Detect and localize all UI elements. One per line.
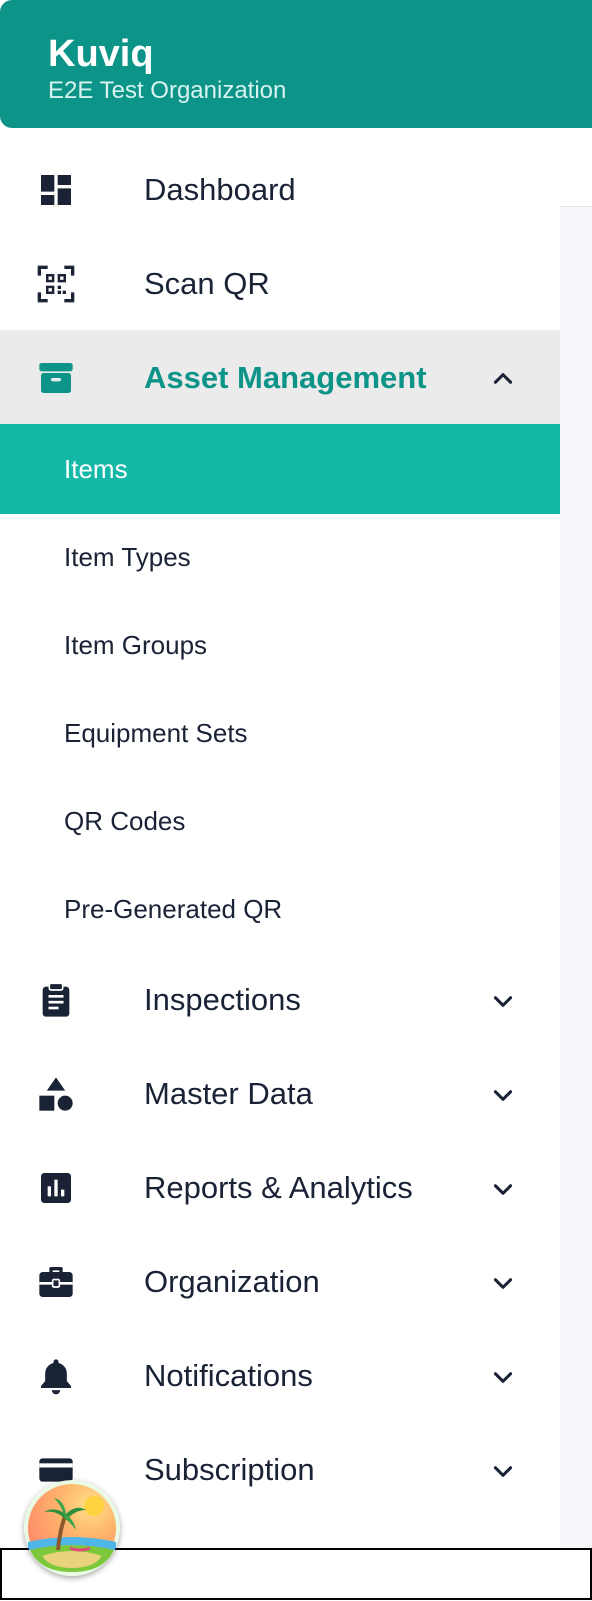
chevron-down-icon[interactable]: [490, 1270, 516, 1296]
nav-label-inspections: Inspections: [144, 982, 301, 1017]
sub-item-label: QR Codes: [64, 806, 186, 836]
nav-item-asset-management[interactable]: Asset Management: [0, 330, 560, 426]
beach-avatar-icon: [24, 1480, 120, 1576]
shapes-icon: [39, 1077, 73, 1111]
sub-item-label: Item Types: [64, 542, 191, 572]
sub-item-qr-codes[interactable]: QR Codes: [0, 776, 560, 866]
sub-item-equipment-sets[interactable]: Equipment Sets: [0, 688, 560, 778]
dashboard-icon: [41, 175, 71, 205]
sub-item-items[interactable]: Items: [0, 424, 560, 514]
nav-label-organization: Organization: [144, 1264, 320, 1299]
app-title: Kuviq: [48, 33, 154, 75]
nav-label-master-data: Master Data: [144, 1076, 313, 1111]
nav-label-subscription: Subscription: [144, 1452, 315, 1487]
sub-item-label: Item Groups: [64, 630, 208, 660]
archive-box-icon: [39, 363, 73, 393]
sub-item-item-groups[interactable]: Item Groups: [0, 600, 560, 690]
sub-item-item-types[interactable]: Item Types: [0, 512, 560, 602]
qr-code-icon: [37, 265, 75, 303]
briefcase-icon: [39, 1267, 73, 1297]
chevron-down-icon[interactable]: [490, 1458, 516, 1484]
sidebar-nav: Dashboard Scan QR Asset Management Items…: [0, 128, 560, 1538]
nav-item-scan-qr[interactable]: Scan QR: [0, 236, 560, 332]
nav-label-asset-management: Asset Management: [144, 360, 427, 395]
nav-item-notifications[interactable]: Notifications: [0, 1328, 560, 1424]
main-content-area: [560, 206, 592, 1601]
chevron-up-icon[interactable]: [490, 366, 516, 392]
sub-item-pre-generated-qr[interactable]: Pre-Generated QR: [0, 864, 560, 954]
bar-chart-icon: [41, 1173, 71, 1203]
sub-item-label: Equipment Sets: [64, 718, 248, 748]
sub-item-label: Items: [64, 454, 128, 484]
sub-item-label: Pre-Generated QR: [64, 894, 283, 924]
nav-label-notifications: Notifications: [144, 1358, 313, 1393]
nav-label-scan-qr: Scan QR: [144, 266, 270, 301]
bell-icon: [41, 1359, 71, 1395]
user-avatar[interactable]: [24, 1480, 120, 1576]
chevron-down-icon[interactable]: [490, 1176, 516, 1202]
nav-label-reports-analytics: Reports & Analytics: [144, 1170, 413, 1205]
clipboard-icon: [42, 982, 70, 1017]
chevron-down-icon[interactable]: [490, 1082, 516, 1108]
nav-item-dashboard[interactable]: Dashboard: [0, 142, 560, 238]
sidebar-header: Kuviq E2E Test Organization: [0, 0, 592, 128]
nav-item-master-data[interactable]: Master Data: [0, 1046, 560, 1142]
nav-item-inspections[interactable]: Inspections: [0, 952, 560, 1048]
organization-name: E2E Test Organization: [48, 77, 287, 104]
chevron-down-icon[interactable]: [490, 1364, 516, 1390]
nav-item-organization[interactable]: Organization: [0, 1234, 560, 1330]
nav-label-dashboard: Dashboard: [144, 172, 296, 207]
chevron-down-icon[interactable]: [490, 988, 516, 1014]
nav-item-reports-analytics[interactable]: Reports & Analytics: [0, 1140, 560, 1236]
